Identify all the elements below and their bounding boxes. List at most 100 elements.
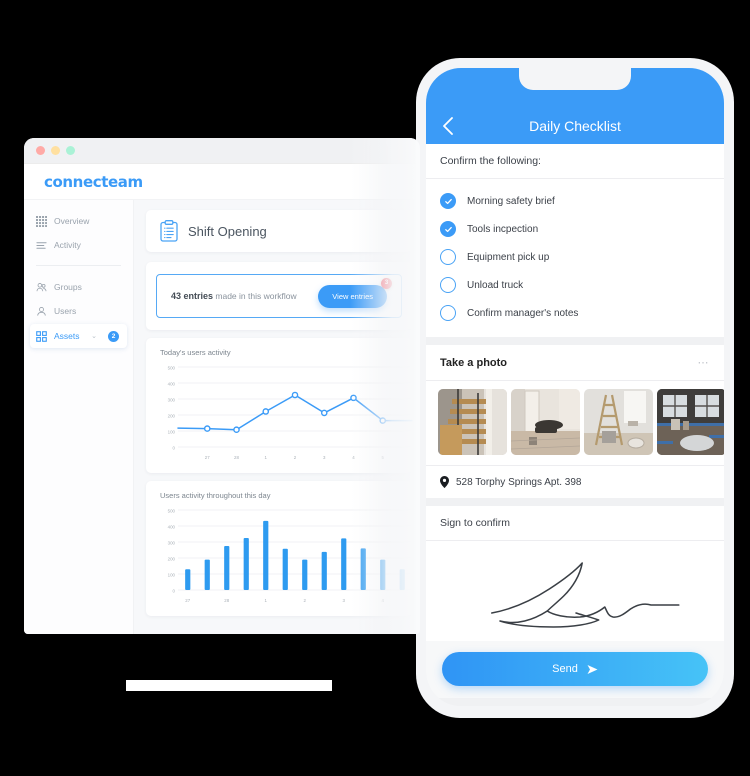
app-logo-bar: connecteam (24, 164, 420, 200)
photo-thumbnail[interactable] (584, 389, 653, 455)
sidebar-item-assets[interactable]: Assets ⌄ 2 (30, 324, 127, 348)
checklist-items: Morning safety brief Tools incpection Equi… (426, 179, 724, 337)
svg-text:28: 28 (234, 455, 239, 460)
photo-thumbnail[interactable] (438, 389, 507, 455)
line-chart: 0 100 200 300 400 500 27 28 1 2 3 4 5 (168, 365, 413, 460)
window-minimize-button[interactable] (51, 146, 60, 155)
location-address: 528 Torphy Springs Apt. 398 (456, 476, 582, 488)
send-arrow-icon (587, 664, 598, 674)
line-chart-title: Today's users activity (160, 348, 231, 357)
svg-text:2: 2 (304, 598, 307, 603)
svg-text:400: 400 (168, 524, 176, 529)
checklist-header: Confirm the following: (426, 144, 724, 179)
svg-text:4: 4 (382, 598, 385, 603)
signature-header: Sign to confirm (426, 506, 724, 541)
sidebar-item-users[interactable]: Users (24, 300, 133, 322)
svg-text:27: 27 (205, 455, 210, 460)
svg-text:3: 3 (343, 598, 346, 603)
user-icon (37, 306, 46, 316)
svg-text:300: 300 (168, 540, 176, 545)
checkbox-checked-icon[interactable] (440, 221, 456, 237)
svg-text:500: 500 (168, 365, 176, 370)
photo-strip (426, 381, 724, 465)
more-dots-icon[interactable]: ⋯ (698, 356, 711, 369)
bottom-white-bar (126, 680, 332, 691)
checklist-item[interactable]: Confirm manager's notes (440, 299, 710, 327)
checklist-item-label: Equipment pick up (467, 251, 550, 263)
checklist-item-label: Unload truck (467, 279, 524, 291)
svg-text:1: 1 (265, 455, 268, 460)
photos-section: Take a photo ⋯ 528 Torphy Springs Apt. 3… (426, 345, 724, 498)
connecteam-logo[interactable]: connecteam (44, 173, 143, 191)
signature-section: Sign to confirm (426, 506, 724, 641)
svg-text:200: 200 (168, 413, 176, 418)
checklist-item-label: Tools incpection (467, 223, 539, 235)
clipboard-icon (160, 220, 178, 242)
svg-text:400: 400 (168, 381, 176, 386)
view-entries-wrap: View entries 3 (318, 277, 392, 308)
svg-text:1: 1 (265, 598, 268, 603)
svg-text:28: 28 (224, 598, 229, 603)
bar-chart: 0100200300400500272812345 (168, 508, 412, 603)
window-titlebar (24, 138, 420, 164)
phone-body: Confirm the following: Morning safety br… (426, 144, 724, 706)
map-pin-icon (440, 476, 449, 488)
signature-pad[interactable] (426, 541, 724, 641)
photos-header: Take a photo ⋯ (426, 345, 724, 381)
phone-notch (519, 68, 631, 90)
entries-panel: 43 entries made in this workflow View en… (156, 274, 402, 318)
section-gap-2 (426, 498, 724, 506)
checkbox-unchecked-icon[interactable] (440, 305, 456, 321)
signature-heading: Sign to confirm (440, 517, 511, 529)
desktop-app-window: connecteam Overview Activity Groups User… (24, 138, 420, 634)
checklist-item[interactable]: Morning safety brief (440, 187, 710, 215)
sidebar-divider (36, 265, 121, 266)
window-close-button[interactable] (36, 146, 45, 155)
checklist-item-label: Morning safety brief (467, 195, 555, 207)
line-chart-card: Today's users activity 0 100 200 300 400 500 2… (146, 338, 413, 473)
bar-chart-title: Users activity throughout this day (160, 491, 271, 500)
sidebar-item-activity[interactable]: Activity (24, 234, 133, 256)
page-header-card: Shift Opening (146, 210, 412, 252)
send-button[interactable]: Send (442, 652, 708, 686)
window-body: Overview Activity Groups Users Assets ⌄ … (24, 200, 420, 634)
main-content: Shift Opening 43 entries made in this wo… (134, 200, 420, 634)
phone-title: Daily Checklist (529, 118, 621, 134)
photo-thumbnail[interactable] (511, 389, 580, 455)
sidebar-item-overview[interactable]: Overview (24, 210, 133, 232)
screenshot-stage: connecteam Overview Activity Groups User… (0, 0, 750, 776)
send-button-label: Send (552, 663, 578, 675)
sidebar-item-label: Assets (54, 331, 80, 341)
checklist-section: Confirm the following: Morning safety br… (426, 144, 724, 337)
checklist-item-label: Confirm manager's notes (467, 307, 579, 319)
svg-text:0: 0 (173, 445, 176, 450)
checkbox-checked-icon[interactable] (440, 193, 456, 209)
svg-text:100: 100 (168, 429, 176, 434)
checkbox-unchecked-icon[interactable] (440, 277, 456, 293)
grid-icon (36, 215, 47, 227)
sidebar-item-badge: 2 (108, 330, 119, 342)
bar-chart-card: Users activity throughout this day 0 100 2… (146, 481, 412, 616)
entries-suffix: made in this workflow (213, 291, 297, 301)
svg-text:200: 200 (168, 556, 176, 561)
sidebar-item-label: Groups (54, 282, 82, 292)
location-row: 528 Torphy Springs Apt. 398 (426, 465, 724, 498)
svg-text:27: 27 (185, 598, 190, 603)
sidebar: Overview Activity Groups Users Assets ⌄ … (24, 200, 134, 634)
view-entries-button[interactable]: View entries (318, 284, 387, 308)
window-maximize-button[interactable] (66, 146, 75, 155)
assets-icon (36, 330, 47, 342)
checkbox-unchecked-icon[interactable] (440, 249, 456, 265)
checklist-item[interactable]: Unload truck (440, 271, 710, 299)
send-bar: Send (426, 641, 724, 698)
photo-thumbnail[interactable] (657, 389, 724, 455)
checklist-item[interactable]: Tools incpection (440, 215, 710, 243)
svg-text:300: 300 (168, 397, 176, 402)
sidebar-item-groups[interactable]: Groups (24, 276, 133, 298)
chevron-left-icon[interactable] (442, 116, 456, 136)
sidebar-item-label: Users (54, 306, 77, 316)
entries-summary: 43 entries made in this workflow (171, 291, 297, 301)
checklist-item[interactable]: Equipment pick up (440, 243, 710, 271)
chevron-down-icon[interactable]: ⌄ (91, 332, 97, 340)
page-title: Shift Opening (188, 223, 267, 239)
